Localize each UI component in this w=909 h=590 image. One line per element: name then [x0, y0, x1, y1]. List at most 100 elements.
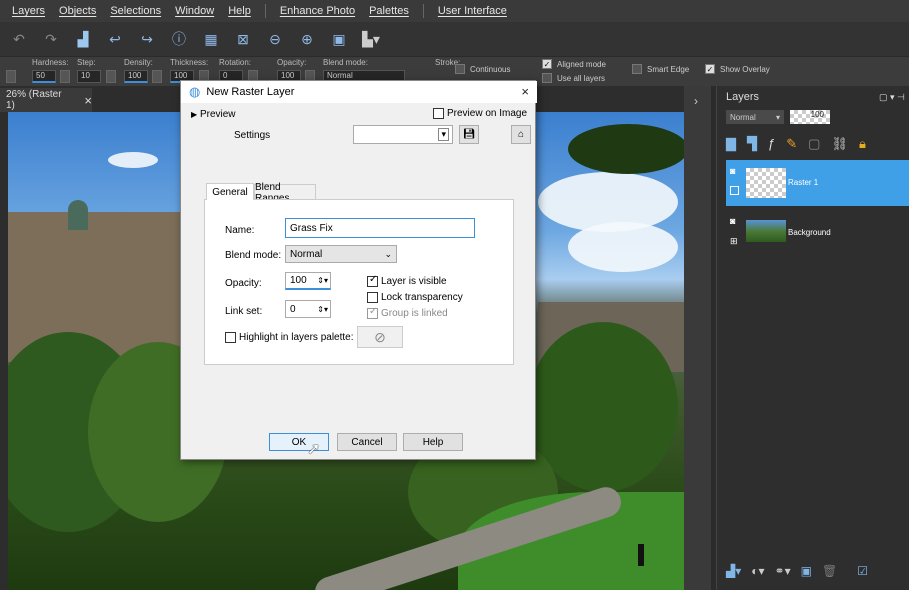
layer-row-raster-1[interactable]: ◙ Raster 1 — [726, 160, 909, 206]
layer-visible-checkbox[interactable] — [367, 274, 378, 287]
help-button[interactable]: Help — [403, 433, 463, 451]
zoom-out-icon[interactable]: ⊖ — [266, 30, 284, 48]
link-icon[interactable]: ⛓ — [831, 136, 848, 156]
smart-edge-option[interactable]: Smart Edge — [632, 64, 689, 74]
general-tab-panel: Name: Grass Fix Blend mode: Normal ⌄ Opac… — [204, 199, 514, 365]
highlight-checkbox[interactable] — [225, 332, 236, 343]
use-all-layers-option[interactable]: Use all layers — [542, 73, 605, 83]
menu-help[interactable]: Help — [228, 5, 251, 17]
preview-label: Preview — [199, 109, 236, 120]
dialog-titlebar[interactable]: ◍ New Raster Layer × — [181, 81, 537, 103]
brush-icon[interactable]: ✎ — [786, 136, 797, 156]
mask-icon[interactable]: ▢ — [808, 136, 820, 156]
density-label: Density: — [124, 58, 153, 67]
lock-icon[interactable]: 🔒︎ — [859, 136, 866, 156]
close-icon[interactable]: × — [521, 84, 529, 99]
smart-edge-checkbox[interactable] — [632, 64, 642, 74]
document-tab-close-icon[interactable]: × — [84, 93, 92, 108]
use-all-layers-checkbox[interactable] — [542, 73, 552, 83]
screen-icon[interactable]: ▣ — [330, 30, 348, 48]
step-field[interactable]: 10 — [77, 70, 101, 83]
grid-icon[interactable]: ▦ — [202, 30, 220, 48]
preview-toggle[interactable]: ▶ Preview — [191, 109, 236, 120]
undo-icon[interactable]: ↶ — [10, 30, 28, 48]
zoom-in-icon[interactable]: ⊕ — [298, 30, 316, 48]
lock-toggle-icon[interactable] — [730, 186, 739, 195]
group-linked-option: Group is linked — [367, 306, 448, 319]
effects-icon[interactable]: ƒ — [768, 136, 775, 156]
layer-visible-option[interactable]: Layer is visible — [367, 274, 447, 287]
blend-mode-value: Normal — [290, 248, 323, 260]
show-overlay-option[interactable]: ✓ Show Overlay — [705, 64, 770, 74]
visibility-icon[interactable]: ◙ — [730, 216, 735, 226]
continuous-checkbox[interactable] — [455, 64, 465, 74]
adjustment-layer-icon[interactable]: ◐▾ — [751, 564, 764, 584]
chevron-right-icon[interactable]: › — [694, 94, 698, 108]
fit-icon[interactable]: ⊠ — [234, 30, 252, 48]
layer-blend-value: Normal — [730, 112, 756, 122]
menu-enhance-photo[interactable]: Enhance Photo — [280, 5, 355, 17]
preview-on-image-option[interactable]: Preview on Image — [433, 108, 527, 119]
palette-dropdown-icon[interactable]: ▙▾ — [362, 30, 380, 48]
menu-user-interface[interactable]: User Interface — [438, 5, 507, 17]
spin-button[interactable] — [152, 70, 162, 83]
continuous-option[interactable]: Continuous — [455, 64, 510, 74]
tab-general[interactable]: General — [206, 183, 254, 200]
menu-objects[interactable]: Objects — [59, 5, 96, 17]
panel-collapse-strip[interactable]: › — [684, 86, 711, 590]
info-icon[interactable]: ⓘ — [170, 30, 188, 48]
no-color-icon[interactable]: ⊘ — [357, 326, 403, 348]
layer-thumbnail — [746, 220, 786, 242]
opacity-field[interactable]: 100 ⇕▾ — [285, 272, 331, 290]
aligned-mode-option[interactable]: ✓ Aligned mode — [542, 59, 606, 69]
save-preset-icon[interactable]: 💾︎ — [459, 125, 479, 144]
new-layer-icon[interactable]: ▇ — [726, 136, 736, 156]
highlight-option[interactable]: Highlight in layers palette: — [225, 332, 354, 343]
properties-icon[interactable]: ☑ — [857, 564, 868, 584]
spin-stepper-icon[interactable]: ⇕▾ — [317, 305, 328, 314]
spin-button[interactable] — [6, 70, 16, 83]
hardness-field[interactable]: 50 — [32, 70, 56, 83]
menu-window[interactable]: Window — [175, 5, 214, 17]
delete-icon[interactable]: 🗑︎ — [822, 564, 837, 584]
menu-selections[interactable]: Selections — [110, 5, 161, 17]
new-group-icon[interactable]: ▜ — [747, 136, 757, 156]
lock-transparency-checkbox[interactable] — [367, 292, 378, 303]
preview-on-image-checkbox[interactable] — [433, 108, 444, 119]
chevron-down-icon: ▾ — [438, 128, 449, 141]
palette-menu-icon[interactable]: ▢ ▾ ⊣ — [879, 92, 905, 103]
opacity-label: Opacity: — [277, 58, 307, 67]
show-overlay-checkbox[interactable]: ✓ — [705, 64, 715, 74]
spin-button[interactable] — [60, 70, 70, 83]
settings-select[interactable]: ▾ — [353, 125, 453, 144]
mask-options-icon[interactable]: ⚭▾ — [775, 564, 791, 584]
visibility-icon[interactable]: ◙ — [730, 166, 735, 176]
reset-icon[interactable]: ⌂ — [511, 125, 531, 144]
spin-stepper-icon[interactable]: ⇕▾ — [317, 276, 328, 285]
name-input[interactable]: Grass Fix — [285, 218, 475, 238]
layer-opacity-field[interactable]: 100 — [790, 110, 830, 124]
menu-layers[interactable]: Layers — [12, 5, 45, 17]
merge-icon[interactable]: ▣ — [801, 564, 812, 584]
layer-blend-select[interactable]: Normal ▾ — [726, 110, 784, 124]
tab-blend-ranges[interactable]: Blend Ranges — [254, 182, 316, 204]
blend-mode-select[interactable]: Normal ⌄ — [285, 245, 397, 263]
document-tab[interactable]: 26% (Raster 1) × — [0, 88, 92, 112]
cancel-button[interactable]: Cancel — [337, 433, 397, 451]
link-set-field[interactable]: 0 ⇕▾ — [285, 300, 331, 318]
spin-button[interactable] — [106, 70, 116, 83]
undo-arrow-icon[interactable]: ↩ — [106, 30, 124, 48]
density-field[interactable]: 100 — [124, 70, 148, 83]
new-raster-layer-icon[interactable]: ▟▾ — [726, 564, 741, 584]
redo-arrow-icon[interactable]: ↪ — [138, 30, 156, 48]
name-label: Name: — [225, 225, 255, 236]
lock-transparency-option[interactable]: Lock transparency — [367, 292, 463, 303]
new-layer-icon[interactable]: ▟ — [74, 30, 92, 48]
redo-icon[interactable]: ↷ — [42, 30, 60, 48]
aligned-mode-checkbox[interactable]: ✓ — [542, 59, 552, 69]
dialog-title: New Raster Layer — [206, 86, 295, 98]
menu-palettes[interactable]: Palettes — [369, 5, 409, 17]
layer-row-background[interactable]: ◙ ⊞ Background — [726, 210, 909, 256]
step-label: Step: — [77, 58, 96, 67]
group-linked-checkbox — [367, 306, 378, 319]
